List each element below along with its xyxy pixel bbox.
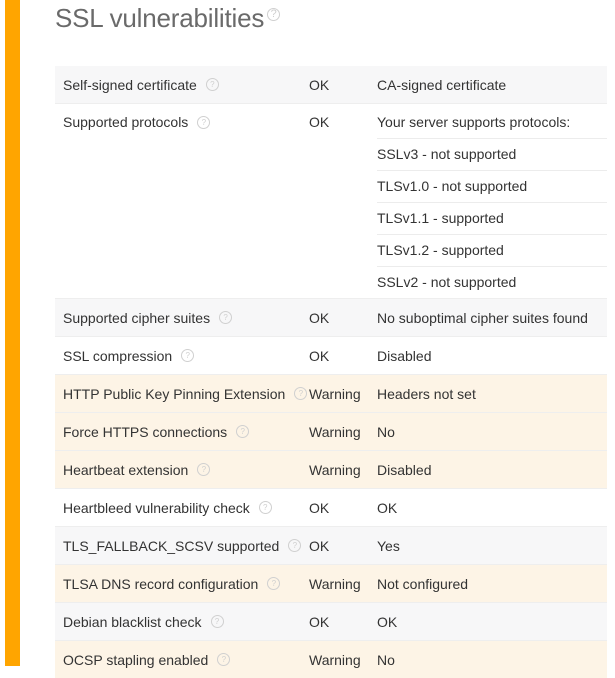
check-status: OK <box>309 527 377 565</box>
table-row: TLS_FALLBACK_SCSV supported? OK Yes <box>55 527 607 565</box>
protocol-item: SSLv2 - not supported <box>377 266 607 298</box>
check-name: Heartbleed vulnerability check? <box>55 489 309 527</box>
check-status: Warning <box>309 451 377 489</box>
check-status: Warning <box>309 375 377 413</box>
protocol-item: TLSv1.1 - supported <box>377 202 607 234</box>
check-name: TLSA DNS record configuration? <box>55 565 309 603</box>
check-name: HTTP Public Key Pinning Extension? <box>55 375 309 413</box>
check-status: Warning <box>309 641 377 678</box>
check-value: OK <box>377 489 607 527</box>
help-icon[interactable]: ? <box>267 8 280 21</box>
help-icon[interactable]: ? <box>267 577 280 590</box>
table-row: Supported protocols? OK Your server supp… <box>55 104 607 299</box>
protocol-item: TLSv1.0 - not supported <box>377 170 607 202</box>
check-value: No <box>377 413 607 451</box>
ssl-results-table: Self-signed certificate? OK CA-signed ce… <box>55 66 607 678</box>
table-row: Supported cipher suites? OK No suboptima… <box>55 299 607 337</box>
check-name: Debian blacklist check? <box>55 603 309 641</box>
check-value: Headers not set <box>377 375 607 413</box>
check-value: Disabled <box>377 337 607 375</box>
check-status: Warning <box>309 413 377 451</box>
help-icon[interactable]: ? <box>288 539 301 552</box>
check-value: Yes <box>377 527 607 565</box>
check-value: No <box>377 641 607 678</box>
table-row: Heartbleed vulnerability check? OK OK <box>55 489 607 527</box>
table-row: SSL compression? OK Disabled <box>55 337 607 375</box>
help-icon[interactable]: ? <box>211 615 224 628</box>
check-name: SSL compression? <box>55 337 309 375</box>
help-icon[interactable]: ? <box>206 78 219 91</box>
section-title-text: SSL vulnerabilities <box>55 3 264 33</box>
table-row: Force HTTPS connections? Warning No <box>55 413 607 451</box>
check-status: OK <box>309 337 377 375</box>
table-row: Self-signed certificate? OK CA-signed ce… <box>55 66 607 104</box>
section-accent-bar <box>5 0 20 666</box>
check-value: OK <box>377 603 607 641</box>
help-icon[interactable]: ? <box>236 425 249 438</box>
check-status: OK <box>309 104 377 299</box>
help-icon[interactable]: ? <box>197 116 210 129</box>
help-icon[interactable]: ? <box>217 653 230 666</box>
check-status: OK <box>309 299 377 337</box>
check-value: Disabled <box>377 451 607 489</box>
check-value: No suboptimal cipher suites found <box>377 299 607 337</box>
check-status: Warning <box>309 565 377 603</box>
check-name: TLS_FALLBACK_SCSV supported? <box>55 527 309 565</box>
check-value: Your server supports protocols: SSLv3 - … <box>377 104 607 299</box>
check-status: OK <box>309 489 377 527</box>
check-name: Self-signed certificate? <box>55 66 309 104</box>
help-icon[interactable]: ? <box>181 349 194 362</box>
table-row: Debian blacklist check? OK OK <box>55 603 607 641</box>
table-row: Heartbeat extension? Warning Disabled <box>55 451 607 489</box>
table-row: OCSP stapling enabled? Warning No <box>55 641 607 678</box>
check-value: CA-signed certificate <box>377 66 607 104</box>
table-row: HTTP Public Key Pinning Extension? Warni… <box>55 375 607 413</box>
check-name: Heartbeat extension? <box>55 451 309 489</box>
help-icon[interactable]: ? <box>219 311 232 324</box>
check-name: OCSP stapling enabled? <box>55 641 309 678</box>
check-name: Supported cipher suites? <box>55 299 309 337</box>
protocol-item: SSLv3 - not supported <box>377 138 607 170</box>
check-status: OK <box>309 603 377 641</box>
help-icon[interactable]: ? <box>294 387 307 400</box>
check-value: Not configured <box>377 565 607 603</box>
help-icon[interactable]: ? <box>197 463 210 476</box>
table-row: TLSA DNS record configuration? Warning N… <box>55 565 607 603</box>
check-name: Supported protocols? <box>55 104 309 299</box>
section-title: SSL vulnerabilities? <box>55 3 280 34</box>
check-status: OK <box>309 66 377 104</box>
protocols-intro: Your server supports protocols: <box>377 104 607 138</box>
help-icon[interactable]: ? <box>259 501 272 514</box>
protocol-item: TLSv1.2 - supported <box>377 234 607 266</box>
check-name: Force HTTPS connections? <box>55 413 309 451</box>
